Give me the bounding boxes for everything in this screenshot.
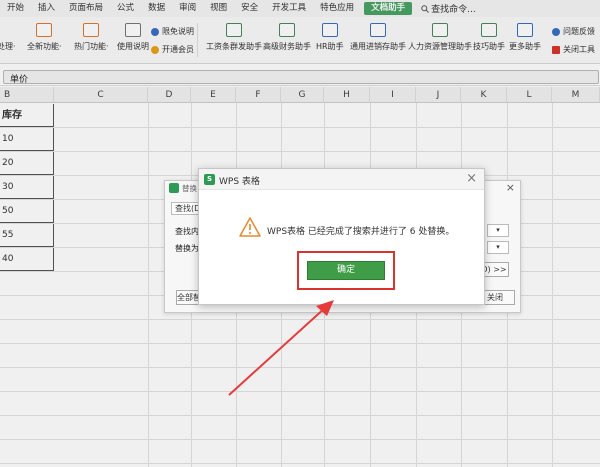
pointer-arrow bbox=[228, 300, 334, 396]
